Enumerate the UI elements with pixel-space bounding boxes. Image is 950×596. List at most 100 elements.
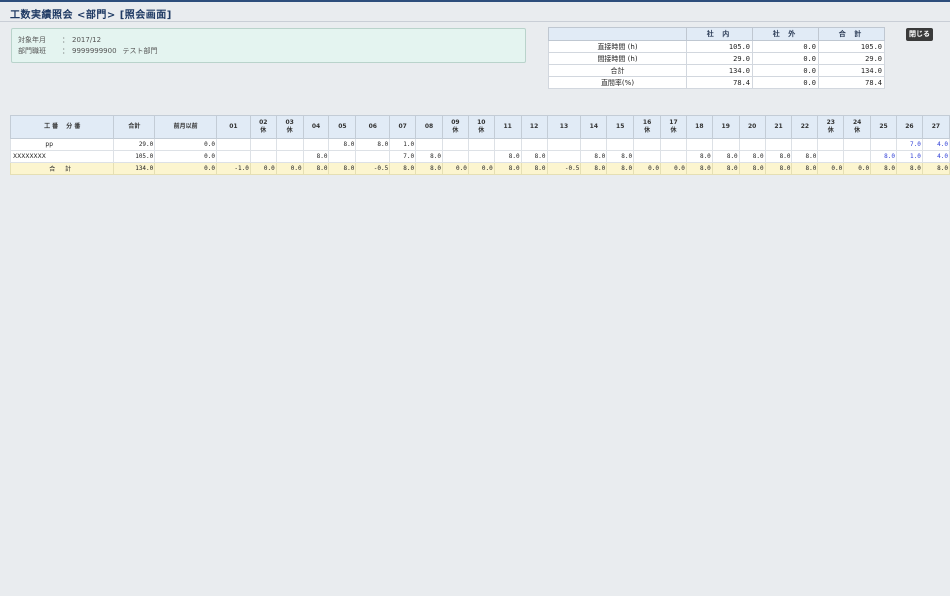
summary-value: 29.0 — [686, 52, 753, 65]
header-day: 10 休 — [467, 115, 495, 139]
day-cell — [633, 138, 662, 151]
day-cell: 0.0 — [467, 162, 495, 175]
top-accent-line — [0, 0, 950, 2]
day-cell — [467, 150, 495, 163]
header-day: 07 — [389, 115, 417, 139]
day-cell: 4.0 — [921, 138, 950, 151]
day-cell: -0.5 — [355, 162, 391, 175]
day-cell: 8.0 — [520, 150, 548, 163]
day-cell — [441, 138, 469, 151]
day-cell — [817, 150, 845, 163]
summary-value: 29.0 — [818, 52, 885, 65]
day-cell — [685, 138, 713, 151]
summary-row-label: 直間率(%) — [548, 76, 687, 89]
day-cell: 8.0 — [520, 162, 548, 175]
day-cell: 8.0 — [870, 150, 897, 163]
day-cell: 8.0 — [415, 150, 443, 163]
total-row-label: 合 計 — [10, 162, 115, 175]
summary-value: 0.0 — [752, 76, 819, 89]
day-cell: 8.0 — [764, 162, 793, 175]
day-cell: 8.0 — [415, 162, 443, 175]
header-previous-month: 前月以前 — [154, 115, 217, 139]
day-cell: 8.0 — [870, 162, 897, 175]
summary-row: 直接時間 (h) 105.0 0.0 105.0 — [548, 40, 885, 53]
day-cell — [711, 138, 740, 151]
day-cell — [817, 138, 845, 151]
day-cell: 7.0 — [895, 138, 923, 151]
summary-header-internal: 社 内 — [686, 27, 753, 41]
day-cell — [870, 138, 897, 151]
day-cell: 8.0 — [328, 138, 357, 151]
day-cell: 8.0 — [328, 162, 357, 175]
day-cell: -1.0 — [215, 162, 251, 175]
day-cell: 8.0 — [302, 150, 330, 163]
previous-month-cell: 0.0 — [154, 162, 217, 175]
day-cell: 7.0 — [389, 150, 417, 163]
day-cell: 8.0 — [738, 150, 766, 163]
summary-value: 78.4 — [686, 76, 753, 89]
day-cell: 8.0 — [580, 162, 608, 175]
day-cell — [580, 138, 608, 151]
summary-table: 社 内 社 外 合 計 直接時間 (h) 105.0 0.0 105.0 間接時間 (h… — [548, 27, 885, 89]
day-cell: 8.0 — [493, 150, 522, 163]
day-cell — [520, 138, 548, 151]
header-day: 22 — [791, 115, 819, 139]
previous-month-cell: 0.0 — [154, 138, 217, 151]
header-job-number: 工 番 分 番 — [10, 115, 115, 139]
day-cell — [275, 138, 304, 151]
target-month-row: 対象年月 ： 2017/12 — [18, 35, 101, 45]
day-cell — [633, 150, 662, 163]
header-day: 27 — [921, 115, 950, 139]
day-cell — [738, 138, 766, 151]
day-cell — [415, 138, 443, 151]
day-cell — [606, 138, 635, 151]
day-cell: 0.0 — [843, 162, 872, 175]
day-cell — [660, 150, 687, 163]
condition-panel: 対象年月 ： 2017/12 部門職班 ： 9999999900 テスト部門 — [11, 28, 526, 63]
department-code: 9999999900 — [72, 47, 117, 55]
header-total: 合計 — [113, 115, 156, 139]
day-cell: 1.0 — [389, 138, 417, 151]
day-cell: 8.0 — [606, 150, 635, 163]
summary-value: 0.0 — [752, 52, 819, 65]
day-cell: 8.0 — [580, 150, 608, 163]
header-day: 21 — [764, 115, 793, 139]
header-day: 19 — [711, 115, 740, 139]
header-day: 18 — [685, 115, 713, 139]
header-day: 14 — [580, 115, 608, 139]
day-cell — [249, 150, 277, 163]
target-month-label: 対象年月 — [18, 36, 46, 44]
job-number-cell: XXXXXXXX — [10, 150, 115, 163]
day-cell — [328, 150, 357, 163]
department-name: テスト部門 — [122, 47, 158, 55]
day-cell: 8.0 — [493, 162, 522, 175]
summary-value: 105.0 — [818, 40, 885, 53]
separator: ： — [62, 36, 69, 44]
page-title: 工数実績照会 <部門> [照会画面] — [10, 10, 172, 21]
separator: ： — [62, 47, 69, 55]
grid-header-row: 工 番 分 番合計 前月以前 01 02 休 03 休 04 05 06 07 08 09 休 10 … — [10, 115, 950, 139]
day-cell — [843, 150, 872, 163]
header-day: 04 — [302, 115, 330, 139]
header-day: 06 — [355, 115, 391, 139]
day-cell: 8.0 — [791, 162, 819, 175]
close-button[interactable]: 閉じる — [906, 28, 933, 41]
summary-row: 合計 134.0 0.0 134.0 — [548, 64, 885, 77]
table-row[interactable]: XXXXXXXX 105.0 0.0 8.0 7.0 8.0 8.0 8.0 8.0 8.0 8.0… — [10, 150, 950, 163]
department-label: 部門職班 — [18, 47, 46, 55]
day-cell: 8.0 — [355, 138, 391, 151]
day-cell: 0.0 — [817, 162, 845, 175]
day-cell — [215, 138, 251, 151]
header-day: 02 休 — [249, 115, 277, 139]
day-cell: 8.0 — [921, 162, 950, 175]
summary-header-blank — [548, 27, 687, 41]
summary-header-external: 社 外 — [752, 27, 819, 41]
total-row: 合 計 134.0 0.0 -1.0 0.0 0.0 8.0 8.0 -0.5 8.0 8.0 0.0… — [10, 162, 950, 175]
summary-row-label: 間接時間 (h) — [548, 52, 687, 65]
table-row[interactable]: pp 29.0 0.0 8.0 8.0 1.0 7.0 4.0 — [10, 138, 950, 151]
header-day: 01 — [215, 115, 251, 139]
header-day: 13 — [546, 115, 582, 139]
day-cell: 8.0 — [738, 162, 766, 175]
day-cell — [249, 138, 277, 151]
day-cell: 0.0 — [249, 162, 277, 175]
